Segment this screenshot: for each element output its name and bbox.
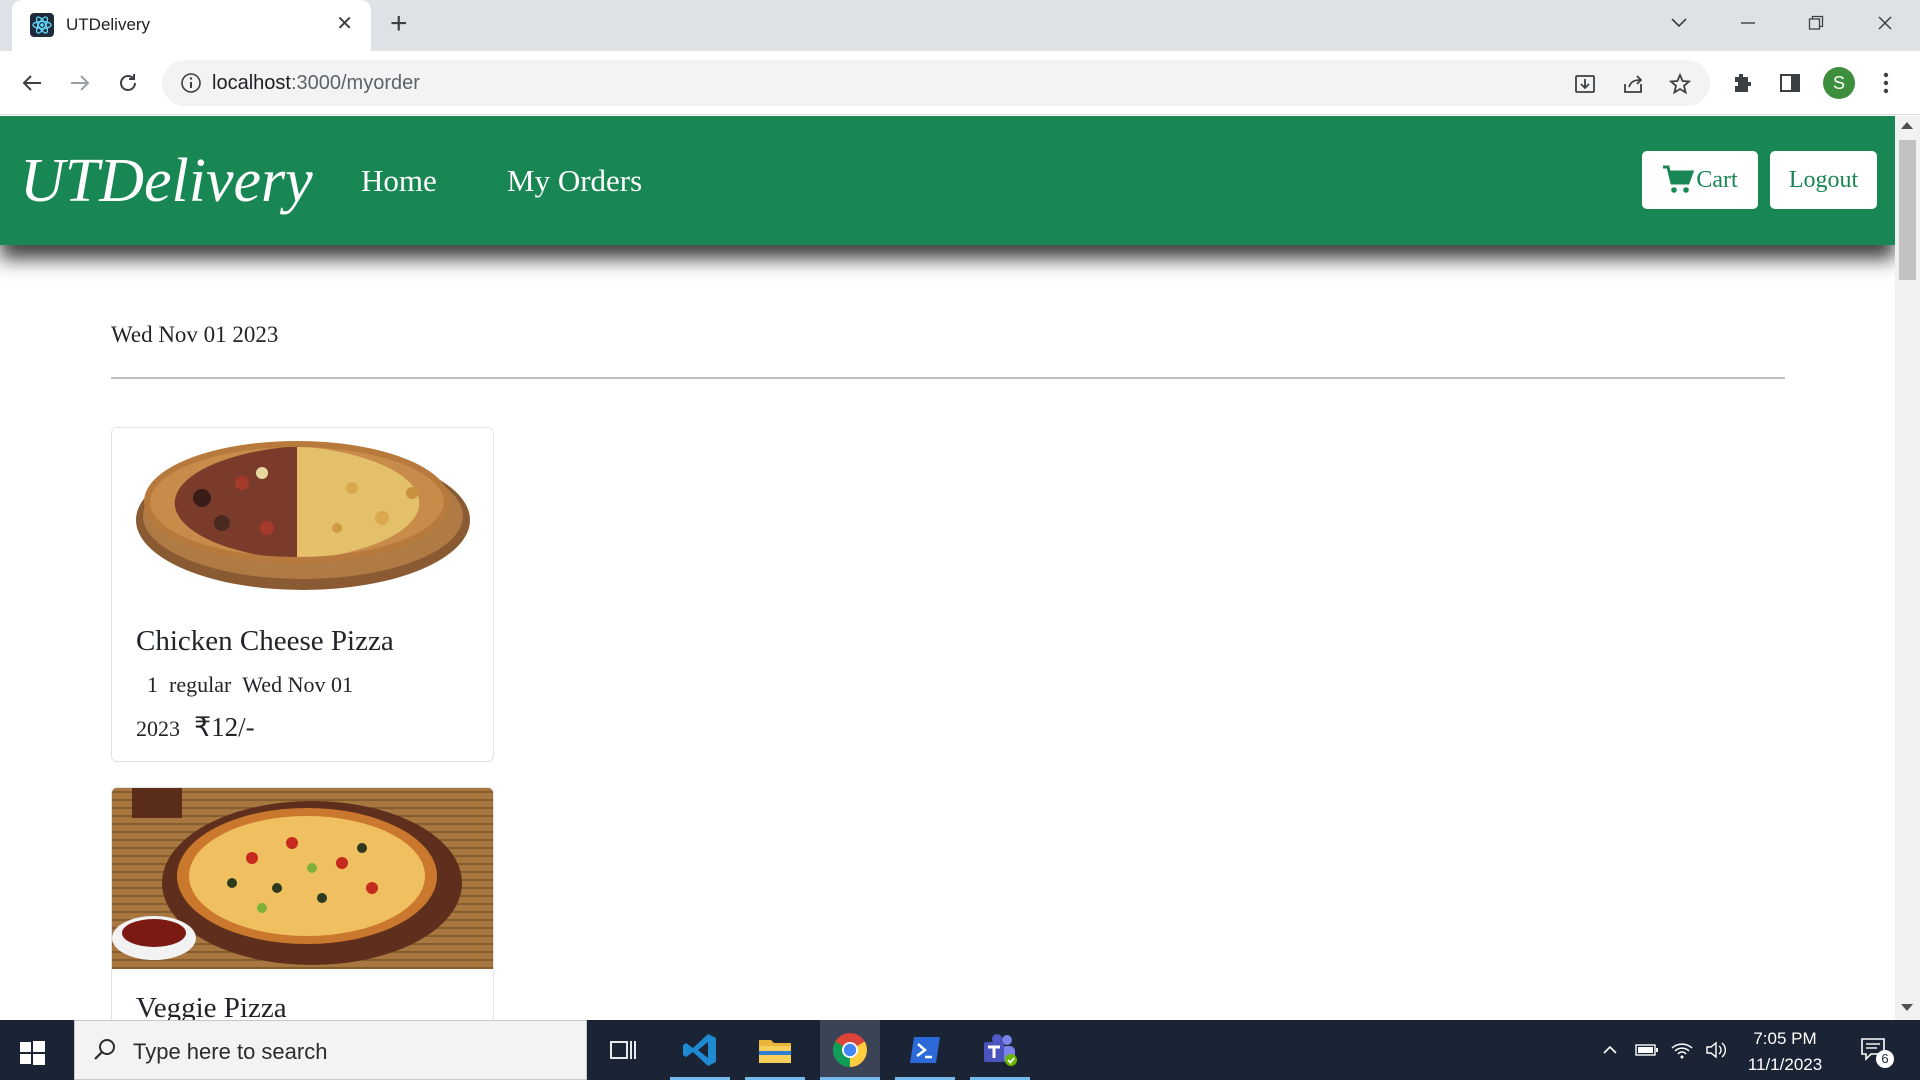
scroll-down-icon[interactable] — [1901, 1004, 1913, 1011]
site-info-icon[interactable] — [180, 72, 202, 94]
tray-chevron-icon[interactable] — [1595, 1020, 1625, 1080]
nav-my-orders-link[interactable]: My Orders — [507, 163, 642, 199]
order-card: Veggie Pizza — [111, 787, 494, 1020]
clock-time: 7:05 PM — [1753, 1029, 1817, 1048]
navbar: UTDelivery Home My Orders Cart Logout — [0, 116, 1895, 245]
taskbar: Type here to search 7:05 PM 11/1/2023 6 — [0, 1020, 1920, 1080]
order-date-heading: Wed Nov 01 2023 — [111, 322, 279, 347]
divider — [111, 377, 1785, 379]
forward-icon[interactable] — [62, 65, 98, 101]
new-tab-icon[interactable]: + — [390, 9, 408, 39]
search-placeholder: Type here to search — [133, 1039, 328, 1064]
file-explorer-icon[interactable] — [745, 1020, 805, 1080]
tab-title: UTDelivery — [66, 15, 151, 34]
notification-count: 6 — [1876, 1050, 1894, 1068]
page-viewport: UTDelivery Home My Orders Cart Logout We… — [0, 116, 1895, 1020]
order-item-qty: 1 — [147, 672, 158, 697]
search-icon — [94, 1039, 115, 1060]
nav-home-link[interactable]: Home — [361, 163, 437, 199]
share-icon[interactable] — [1620, 71, 1646, 97]
task-view-icon[interactable] — [593, 1020, 653, 1080]
cart-button[interactable]: Cart — [1642, 151, 1758, 209]
pizza-image — [112, 788, 493, 969]
page-scrollbar[interactable] — [1895, 116, 1920, 1020]
tab-search-icon[interactable] — [1654, 8, 1704, 38]
minimize-icon[interactable] — [1723, 8, 1773, 38]
order-item-details: 1 regular Wed Nov 01 2023 ₹12/- — [136, 664, 436, 750]
restore-icon[interactable] — [1791, 8, 1841, 38]
scroll-thumb[interactable] — [1899, 140, 1916, 280]
side-panel-icon[interactable] — [1772, 65, 1808, 101]
order-card: Chicken Cheese Pizza 1 regular Wed Nov 0… — [111, 427, 494, 762]
cart-label: Cart — [1696, 166, 1738, 193]
order-item-price: ₹12/- — [194, 712, 255, 742]
clock-date: 11/1/2023 — [1747, 1055, 1823, 1074]
volume-icon[interactable] — [1701, 1020, 1731, 1080]
install-icon[interactable] — [1572, 71, 1598, 97]
browser-toolbar: localhost:3000/myorder S — [0, 51, 1920, 115]
tab-strip: UTDelivery ✕ + — [0, 0, 1920, 51]
scroll-up-icon[interactable] — [1901, 122, 1913, 129]
logout-button[interactable]: Logout — [1770, 151, 1877, 209]
powershell-icon[interactable] — [895, 1020, 955, 1080]
address-bar[interactable]: localhost:3000/myorder — [162, 60, 1710, 106]
taskbar-search[interactable]: Type here to search — [74, 1020, 587, 1080]
reload-icon[interactable] — [110, 65, 146, 101]
vscode-icon[interactable] — [670, 1020, 730, 1080]
order-item-name: Veggie Pizza — [136, 992, 287, 1020]
wifi-icon[interactable] — [1667, 1020, 1697, 1080]
menu-kebab-icon[interactable] — [1868, 65, 1904, 101]
profile-avatar[interactable]: S — [1823, 67, 1855, 99]
order-item-name: Chicken Cheese Pizza — [136, 625, 394, 657]
bookmark-star-icon[interactable] — [1667, 71, 1693, 97]
pizza-image — [112, 428, 493, 608]
browser-tab[interactable]: UTDelivery ✕ — [12, 0, 371, 51]
back-icon[interactable] — [14, 65, 50, 101]
close-tab-icon[interactable]: ✕ — [336, 12, 353, 36]
url-text[interactable]: localhost:3000/myorder — [212, 72, 420, 95]
react-icon — [30, 13, 54, 37]
notification-center-icon[interactable]: 6 — [1852, 1020, 1896, 1080]
teams-icon[interactable] — [970, 1020, 1030, 1080]
extensions-icon[interactable] — [1724, 65, 1760, 101]
chrome-icon[interactable] — [820, 1020, 880, 1080]
battery-icon[interactable] — [1632, 1020, 1662, 1080]
cart-icon — [1663, 165, 1695, 193]
taskbar-clock[interactable]: 7:05 PM 11/1/2023 — [1735, 1026, 1835, 1078]
close-window-icon[interactable] — [1860, 8, 1910, 38]
order-item-size: regular — [169, 672, 232, 697]
windows-start-icon[interactable] — [14, 1034, 50, 1070]
brand-logo[interactable]: UTDelivery — [20, 146, 313, 217]
